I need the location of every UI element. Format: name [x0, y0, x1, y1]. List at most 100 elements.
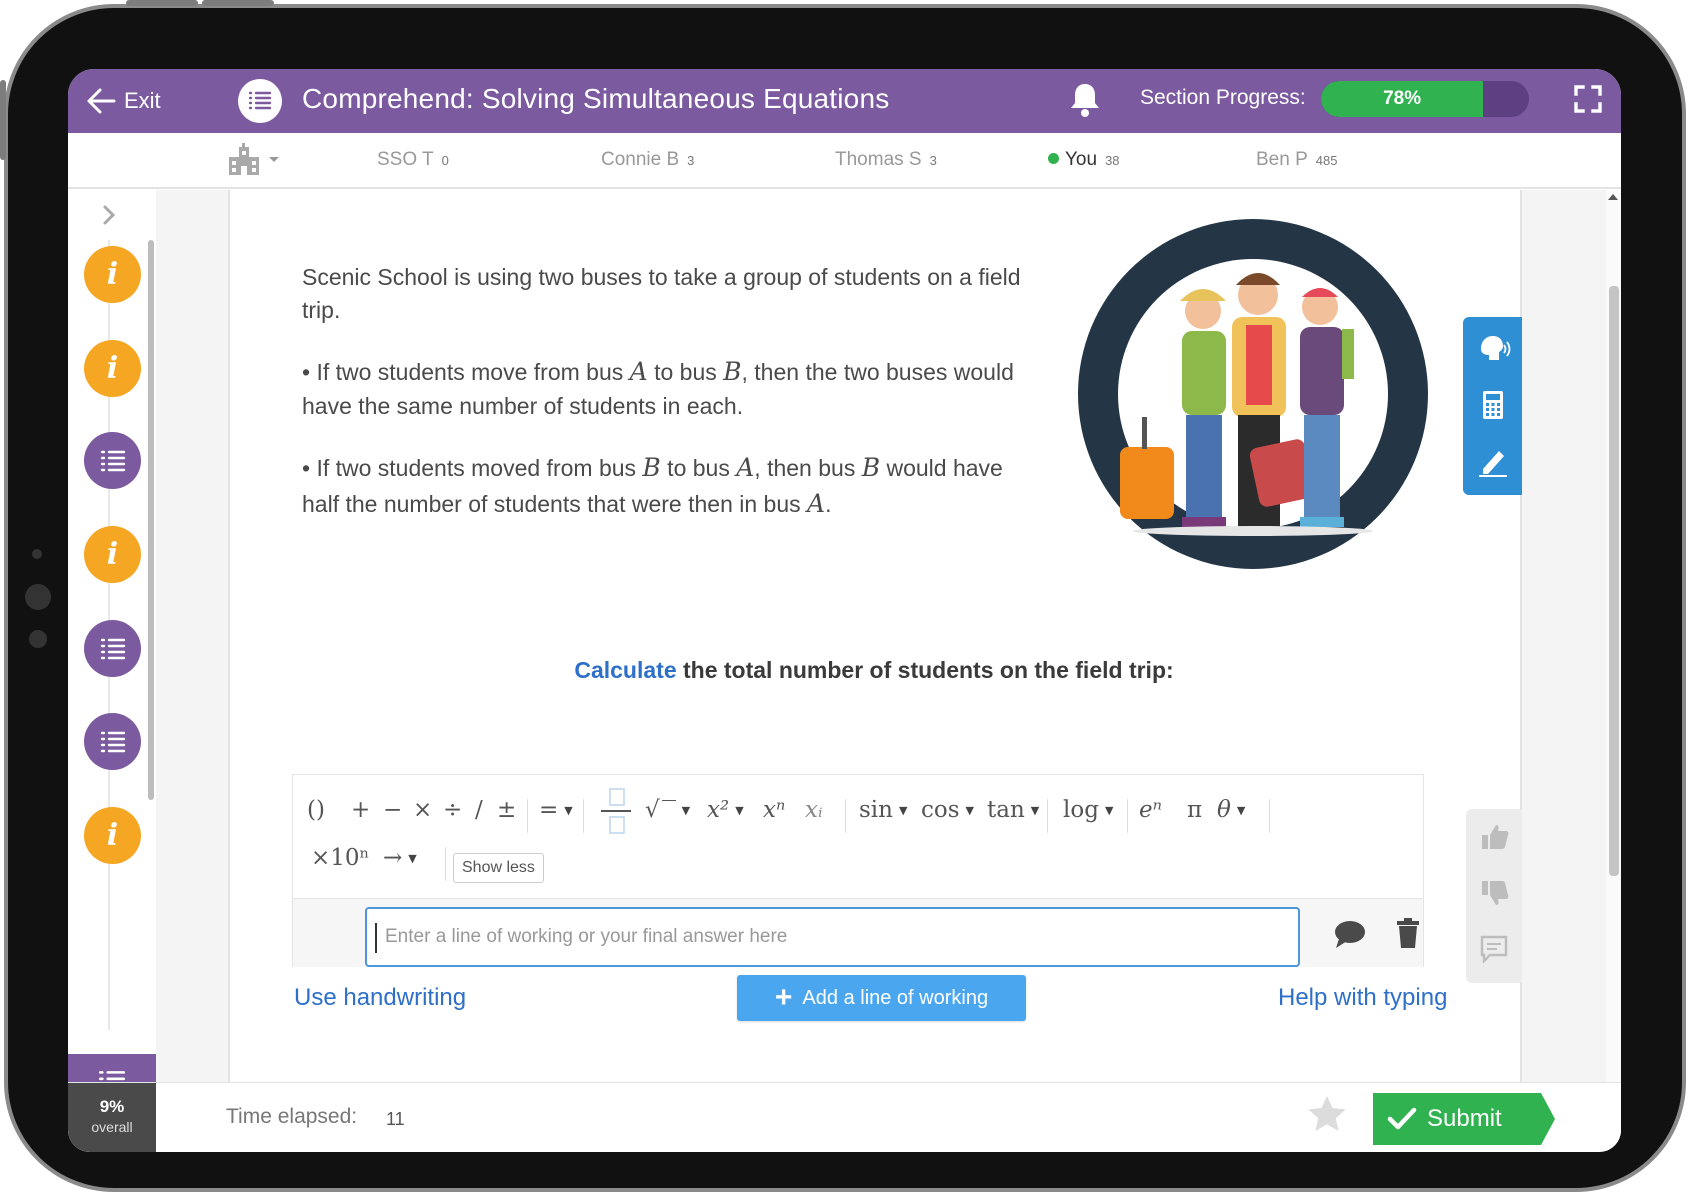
arrow-dropdown[interactable]: → ▼ [383, 845, 417, 871]
arrow-left-icon [87, 88, 116, 114]
minus-button[interactable]: − [383, 797, 402, 823]
submit-arrow [1541, 1093, 1555, 1145]
divider [583, 799, 584, 833]
rail-step-info[interactable]: i [84, 246, 141, 303]
scientific-notation-button[interactable]: ×10ⁿ [311, 845, 370, 871]
left-gutter [156, 190, 228, 1150]
show-less-button[interactable]: Show less [453, 853, 544, 883]
thumbs-down-icon[interactable] [1478, 877, 1510, 909]
exponential-button[interactable]: eⁿ [1139, 797, 1162, 823]
school-icon [229, 143, 259, 175]
cos-dropdown[interactable]: cos ▼ [921, 797, 974, 823]
content-scrollbar[interactable] [1606, 190, 1621, 1152]
divider [845, 799, 846, 833]
task-list-icon [238, 79, 282, 123]
question-intro: Scenic School is using two buses to take… [302, 264, 1021, 323]
caret-down-icon: ▼ [564, 803, 573, 817]
subscript-button[interactable]: xᵢ [805, 797, 823, 823]
power-button[interactable]: xⁿ [763, 797, 785, 823]
sensor-dot [29, 630, 47, 648]
divider [1127, 799, 1128, 833]
app-screen: Exit Comprehend: Solving Simultaneous Eq… [68, 69, 1621, 1152]
answer-input[interactable]: Enter a line of working or your final an… [365, 907, 1300, 967]
log-dropdown[interactable]: log ▼ [1063, 797, 1113, 823]
comment-icon[interactable] [1478, 933, 1510, 965]
thumbs-up-icon[interactable] [1478, 821, 1510, 853]
times-button[interactable]: × [413, 797, 432, 823]
math-editor: () + − × ÷ / ± = ▼ √ ▼ x² ▼ xⁿ xᵢ sin ▼ cos ▼… [292, 774, 1424, 967]
caret-down-icon: ▼ [898, 803, 908, 817]
fraction-icon[interactable] [599, 787, 633, 835]
tan-dropdown[interactable]: tan ▼ [987, 797, 1039, 823]
square-dropdown[interactable]: x² ▼ [707, 797, 744, 823]
add-line-button[interactable]: + Add a line of working [737, 975, 1026, 1021]
exit-label: Exit [124, 88, 161, 113]
math-toolbar: () + − × ÷ / ± = ▼ √ ▼ x² ▼ xⁿ xᵢ sin ▼ cos ▼… [293, 775, 1423, 899]
leaderboard-entry: Connie B3 [601, 149, 695, 170]
sqrt-dropdown[interactable]: √ ▼ [645, 797, 690, 823]
leaderboard-entry: Ben P 485 [1256, 149, 1338, 170]
rail-step-info[interactable]: i [84, 526, 141, 583]
caret-down-icon: ▼ [1030, 803, 1040, 817]
rail-step-list[interactable] [84, 713, 141, 770]
divider [1047, 799, 1048, 833]
submit-button[interactable]: Submit [1373, 1093, 1541, 1145]
rail-step-info[interactable]: i [84, 807, 141, 864]
time-elapsed-value: 11 [386, 1109, 405, 1129]
list-icon [100, 638, 125, 659]
theta-dropdown[interactable]: θ ▼ [1217, 797, 1245, 823]
chevron-right-icon[interactable] [98, 202, 120, 228]
divider [445, 847, 446, 881]
leaderboard-entry-you: You 38 [1048, 149, 1120, 171]
use-handwriting-link[interactable]: Use handwriting [294, 984, 466, 1012]
divider [527, 799, 528, 833]
plus-icon: + [774, 981, 793, 1014]
answer-row: Enter a line of working or your final an… [293, 899, 1423, 967]
rail-scrollbar[interactable] [148, 240, 154, 800]
lesson-rail: i i i i [68, 190, 156, 1090]
text-to-speech-icon[interactable] [1475, 331, 1511, 367]
caret-down-icon: ▼ [1236, 803, 1246, 817]
tablet-button [0, 80, 6, 160]
checkmark-icon [1387, 1107, 1417, 1130]
sin-dropdown[interactable]: sin ▼ [859, 797, 907, 823]
question-text: Scenic School is using two buses to take… [302, 261, 1042, 549]
list-icon [100, 450, 125, 471]
question-prompt: Calculate the total number of students o… [228, 657, 1520, 684]
plus-button[interactable]: + [351, 797, 370, 823]
leaderboard: SSO T0 Connie B3 Thomas S3 You 38 Ben P 48… [68, 133, 1621, 189]
bell-icon[interactable] [1068, 81, 1102, 119]
caret-down-icon: ▼ [681, 803, 691, 817]
slash-button[interactable]: / [475, 797, 483, 823]
caret-down-icon [269, 157, 279, 162]
question-bullet-2: • If two students moved from bus B to bu… [302, 453, 1003, 518]
speech-bubble-icon[interactable] [1333, 919, 1367, 949]
parentheses-button[interactable]: () [307, 797, 325, 823]
prompt-text: the total number of students on the fiel… [676, 657, 1174, 683]
pi-button[interactable]: π [1187, 797, 1202, 823]
calculator-icon[interactable] [1475, 387, 1511, 423]
plus-minus-button[interactable]: ± [497, 797, 516, 823]
rail-step-list[interactable] [84, 620, 141, 677]
list-icon [100, 731, 125, 752]
prompt-keyword: Calculate [574, 657, 677, 683]
divider [1269, 799, 1270, 833]
camera-dot [32, 549, 42, 559]
fullscreen-icon[interactable] [1573, 84, 1603, 114]
star-icon[interactable] [1305, 1093, 1349, 1137]
rail-step-list[interactable] [84, 432, 141, 489]
trash-icon[interactable] [1395, 917, 1421, 949]
camera-lens [25, 584, 51, 610]
section-progress-bar: 78% [1321, 81, 1529, 117]
overall-progress: 9% overall [68, 1083, 156, 1152]
scroll-up-icon[interactable] [1608, 194, 1618, 200]
scrollbar-thumb[interactable] [1609, 286, 1619, 876]
pen-icon[interactable] [1475, 443, 1511, 479]
help-typing-link[interactable]: Help with typing [1278, 984, 1447, 1012]
equals-dropdown[interactable]: = ▼ [539, 797, 573, 823]
school-selector[interactable] [226, 143, 280, 177]
exit-button[interactable]: Exit [86, 83, 161, 119]
divide-button[interactable]: ÷ [443, 797, 462, 823]
rail-step-info[interactable]: i [84, 340, 141, 397]
page-title: Comprehend: Solving Simultaneous Equatio… [302, 83, 890, 114]
